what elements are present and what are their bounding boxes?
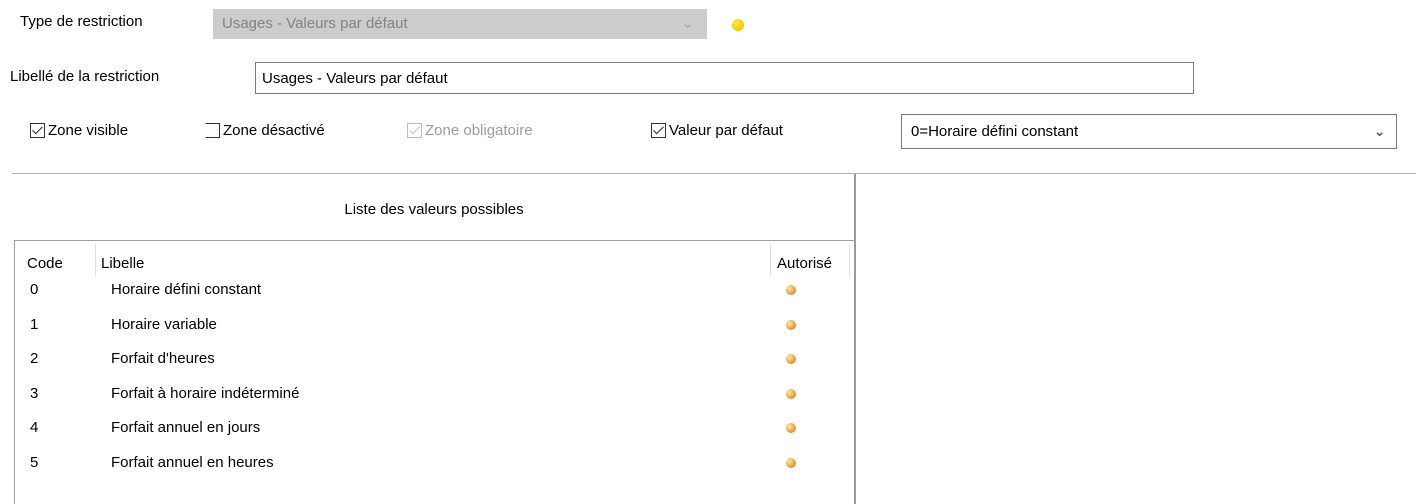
allowed-status-icon[interactable] bbox=[786, 319, 796, 330]
allowed-status-icon[interactable] bbox=[786, 388, 796, 399]
checkbox-unchecked-icon[interactable] bbox=[205, 123, 220, 138]
checkbox-checked-icon[interactable] bbox=[651, 123, 666, 138]
panel-splitter[interactable] bbox=[854, 174, 856, 504]
row-libelle: Forfait annuel en heures bbox=[111, 453, 274, 471]
status-indicator-icon bbox=[732, 19, 744, 31]
row-libelle: Forfait à horaire indéterminé bbox=[111, 384, 300, 402]
allowed-status-icon[interactable] bbox=[786, 457, 796, 468]
column-header-libelle[interactable]: Libelle bbox=[101, 241, 144, 277]
column-separator[interactable] bbox=[849, 244, 850, 277]
list-header: Code Libelle Autorisé bbox=[15, 241, 854, 277]
row-libelle: Forfait d'heures bbox=[111, 350, 215, 367]
column-separator[interactable] bbox=[95, 244, 96, 277]
values-list[interactable]: Code Libelle Autorisé 0 Horaire défini c… bbox=[14, 240, 854, 504]
table-row[interactable]: 1 Horaire variable bbox=[15, 315, 854, 350]
row-libelle: Horaire défini constant bbox=[111, 281, 262, 298]
row-code: 0 bbox=[30, 281, 39, 298]
row-code: 5 bbox=[30, 453, 39, 471]
chevron-down-icon[interactable]: ⌄ bbox=[1373, 115, 1386, 148]
row-libelle: Forfait annuel en jours bbox=[111, 419, 261, 436]
valeur-defaut-label: Valeur par défaut bbox=[669, 122, 783, 139]
list-title: Liste des valeurs possibles bbox=[344, 201, 524, 218]
zone-desactive-label: Zone désactivé bbox=[223, 122, 325, 139]
type-restriction-select: Usages - Valeurs par défaut ⌄ bbox=[213, 9, 707, 39]
zone-visible-checkbox[interactable]: Zone visible bbox=[30, 122, 128, 139]
zone-obligatoire-checkbox: Zone obligatoire bbox=[407, 122, 533, 139]
default-value-text: 0=Horaire défini constant bbox=[911, 123, 1079, 140]
libelle-restriction-label: Libellé de la restriction bbox=[10, 68, 160, 85]
libelle-restriction-input[interactable] bbox=[255, 62, 1194, 94]
column-header-autorise[interactable]: Autorisé bbox=[777, 241, 832, 277]
row-code: 3 bbox=[30, 384, 39, 402]
valeur-defaut-checkbox[interactable]: Valeur par défaut bbox=[651, 122, 783, 139]
table-row[interactable]: 3 Forfait à horaire indéterminé bbox=[15, 384, 854, 419]
type-restriction-label: Type de restriction bbox=[20, 13, 143, 30]
column-header-code[interactable]: Code bbox=[27, 241, 63, 277]
default-value-select[interactable]: 0=Horaire défini constant ⌄ bbox=[901, 114, 1397, 149]
allowed-status-icon[interactable] bbox=[786, 285, 796, 295]
zone-desactive-checkbox[interactable]: Zone désactivé bbox=[205, 122, 325, 139]
zone-obligatoire-label: Zone obligatoire bbox=[425, 122, 533, 139]
row-code: 4 bbox=[30, 419, 39, 436]
section-divider bbox=[12, 173, 1416, 174]
allowed-status-icon[interactable] bbox=[786, 423, 796, 433]
allowed-status-icon[interactable] bbox=[786, 354, 796, 364]
checkbox-checked-icon bbox=[407, 123, 422, 138]
row-libelle: Horaire variable bbox=[111, 315, 217, 333]
chevron-down-icon: ⌄ bbox=[681, 15, 694, 32]
row-code: 2 bbox=[30, 350, 39, 367]
table-row[interactable]: 4 Forfait annuel en jours bbox=[15, 418, 854, 453]
table-row[interactable]: 0 Horaire défini constant bbox=[15, 280, 854, 315]
table-row[interactable]: 5 Forfait annuel en heures bbox=[15, 453, 854, 488]
zone-visible-label: Zone visible bbox=[48, 122, 129, 139]
column-separator[interactable] bbox=[770, 244, 771, 277]
type-restriction-value: Usages - Valeurs par défaut bbox=[222, 15, 408, 32]
table-row[interactable]: 2 Forfait d'heures bbox=[15, 349, 854, 384]
checkbox-checked-icon[interactable] bbox=[30, 123, 45, 138]
row-code: 1 bbox=[30, 315, 39, 333]
